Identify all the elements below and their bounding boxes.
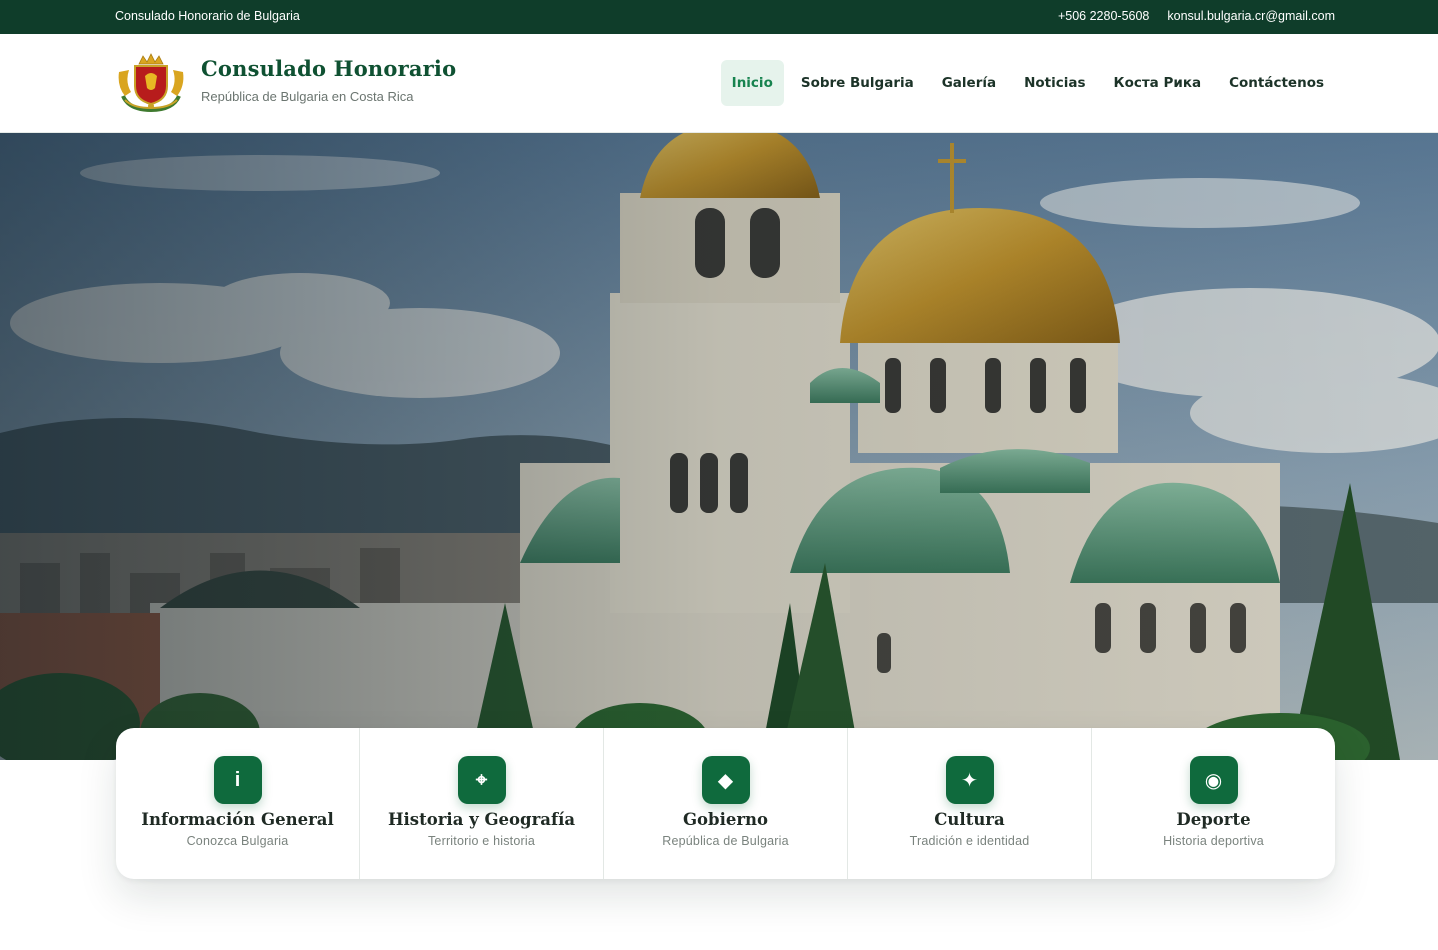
card-title: Historia y Geografía (387, 810, 576, 829)
coat-of-arms-logo[interactable] (115, 52, 187, 114)
email-link[interactable]: konsul.bulgaria.cr@gmail.com (1167, 9, 1335, 23)
nav-noticias[interactable]: Noticias (1013, 60, 1096, 106)
card-subtitle: República de Bulgaria (662, 834, 789, 848)
info-icon: i (213, 756, 262, 804)
main-nav: Inicio Sobre Bulgaria Galería Noticias К… (720, 60, 1335, 106)
card-deporte[interactable]: ◉ Deporte Historia deportiva (1092, 728, 1335, 879)
top-bar: Consulado Honorario de Bulgaria +506 228… (0, 0, 1438, 34)
card-subtitle: Conozca Bulgaria (186, 834, 289, 848)
phone-link[interactable]: +506 2280-5608 (1058, 9, 1149, 23)
target-icon: ◉ (1189, 756, 1238, 804)
card-subtitle: Tradición e identidad (909, 834, 1030, 848)
card-subtitle: Territorio e historia (427, 834, 535, 848)
brand-subtitle: República de Bulgaria en Costa Rica (201, 89, 414, 104)
nav-galeria[interactable]: Galería (931, 60, 1007, 106)
card-title: Deporte (1176, 810, 1251, 829)
card-subtitle: Historia deportiva (1163, 834, 1264, 848)
site-header: Consulado Honorario República de Bulgari… (0, 34, 1438, 133)
sparkle-icon: ✦ (945, 756, 994, 804)
card-title: Cultura (934, 810, 1005, 829)
nav-kosta-rika[interactable]: Коста Рика (1103, 60, 1213, 106)
topbar-contacts: +506 2280-5608 konsul.bulgaria.cr@gmail.… (1058, 9, 1335, 23)
feature-cards: i Información General Conozca Bulgaria ⌖… (116, 728, 1335, 879)
brand-title[interactable]: Consulado Honorario (201, 56, 456, 81)
card-cultura[interactable]: ✦ Cultura Tradición e identidad (848, 728, 1092, 879)
card-historia-geografia[interactable]: ⌖ Historia y Geografía Territorio e hist… (360, 728, 604, 879)
card-informacion-general[interactable]: i Información General Conozca Bulgaria (116, 728, 360, 879)
nav-contactenos[interactable]: Contáctenos (1218, 60, 1335, 106)
card-gobierno[interactable]: ◆ Gobierno República de Bulgaria (604, 728, 848, 879)
hero-cathedral-image (0, 133, 1438, 760)
nav-sobre-bulgaria[interactable]: Sobre Bulgaria (790, 60, 925, 106)
topbar-consulate-label: Consulado Honorario de Bulgaria (115, 9, 300, 23)
diamond-icon: ◆ (701, 756, 750, 804)
compass-icon: ⌖ (457, 756, 506, 804)
nav-inicio[interactable]: Inicio (720, 60, 784, 106)
card-title: Gobierno (682, 810, 769, 829)
card-title: Información General (141, 810, 334, 829)
